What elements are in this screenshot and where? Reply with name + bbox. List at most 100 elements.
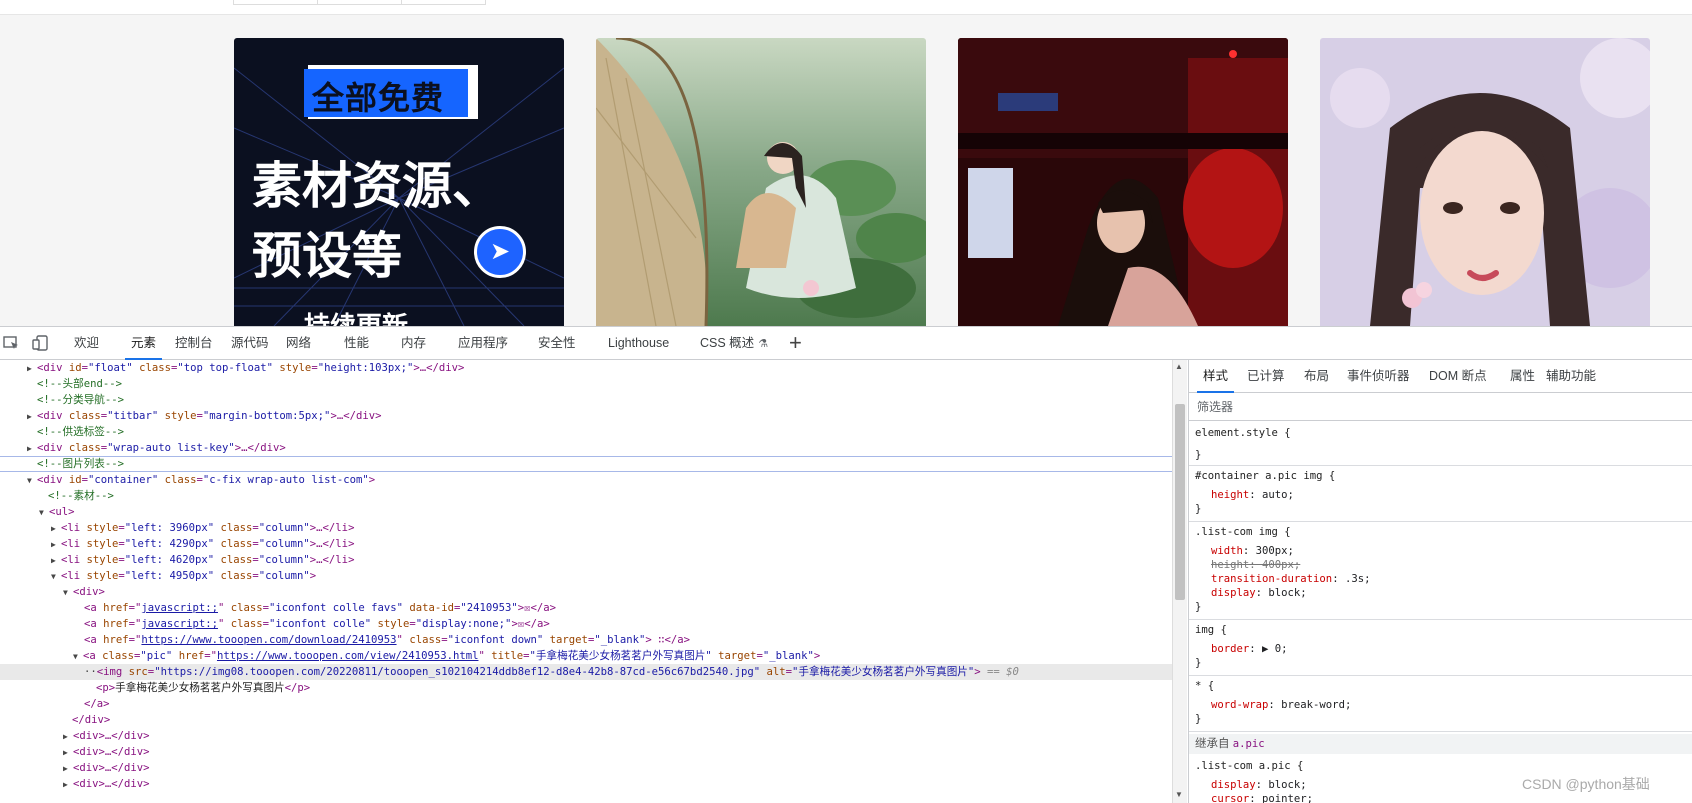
tab-welcome[interactable]: 欢迎 <box>74 327 99 359</box>
dom-comment[interactable]: <!--素材--> <box>0 488 1172 504</box>
scrollbar-thumb[interactable] <box>1175 404 1185 600</box>
dom-comment[interactable]: <!--供选标签--> <box>0 424 1172 440</box>
dom-node-a[interactable]: <a href="javascript:;" class="iconfont c… <box>0 600 1172 616</box>
tab-elements[interactable]: 元素 <box>124 327 163 360</box>
dom-node-a[interactable]: <a href="javascript:;" class="iconfont c… <box>0 616 1172 632</box>
dom-close-tag[interactable]: </a> <box>0 696 1172 712</box>
collapse-arrow-icon[interactable]: ▼ <box>51 569 61 585</box>
expand-arrow-icon[interactable]: ▶ <box>51 537 61 553</box>
attr-value: "手拿梅花美少女杨茗茗户外写真图片" <box>529 650 712 662</box>
tab-computed[interactable]: 已计算 <box>1247 360 1285 392</box>
nav-tab[interactable] <box>401 0 486 5</box>
device-toolbar-icon[interactable] <box>32 334 50 352</box>
css-rule[interactable]: .list-com img { width: 300px; height: 40… <box>1189 522 1692 620</box>
expand-arrow-icon[interactable]: ▶ <box>51 521 61 537</box>
dom-node-a[interactable]: <a href="https://www.tooopen.com/downloa… <box>0 632 1172 648</box>
nav-tab[interactable] <box>233 0 318 5</box>
tab-console[interactable]: 控制台 <box>175 327 213 359</box>
tab-event-listeners[interactable]: 事件侦听器 <box>1347 360 1410 392</box>
elements-scrollbar[interactable]: ▲ ▼ <box>1172 360 1187 803</box>
tab-memory[interactable]: 内存 <box>401 327 426 359</box>
dom-node-li[interactable]: ▶ <li style="left: 4290px" class="column"… <box>0 536 1172 552</box>
dom-comment-hovered[interactable]: <!--图片列表--> <box>0 456 1172 472</box>
attr-value: "left: 3960px" <box>124 522 215 534</box>
collapse-arrow-icon[interactable]: ▼ <box>73 649 83 665</box>
more-options-icon[interactable]: ·· <box>84 666 97 678</box>
expand-arrow-icon[interactable]: ▶ <box>27 409 37 425</box>
dom-node-li-expanded[interactable]: ▼ <li style="left: 4950px" class="column"… <box>0 568 1172 584</box>
collapse-arrow-icon[interactable]: ▼ <box>39 505 49 521</box>
tab-css-overview[interactable]: CSS 概述 ⚗ <box>700 327 768 359</box>
tab-accessibility[interactable]: 辅助功能 <box>1546 360 1596 392</box>
tab-application[interactable]: 应用程序 <box>458 327 508 359</box>
tab-security[interactable]: 安全性 <box>538 327 576 359</box>
expand-arrow-icon[interactable]: ▶ <box>63 761 73 777</box>
css-rule[interactable]: * { word-wrap: break-word; } <box>1189 676 1692 732</box>
nav-tab[interactable] <box>317 0 402 5</box>
attr-name: class <box>214 570 253 582</box>
tab-performance[interactable]: 性能 <box>344 327 369 359</box>
css-selector: img { <box>1195 624 1227 636</box>
css-rule[interactable]: #container a.pic img { height: auto; } <box>1189 466 1692 522</box>
scroll-up-icon[interactable]: ▲ <box>1175 362 1183 371</box>
css-declaration-overridden[interactable]: height: 400px; <box>1189 558 1692 572</box>
css-declaration[interactable]: display: block; <box>1189 586 1692 600</box>
dom-node-container[interactable]: ▼ <div id="container" class="c-fix wrap-a… <box>0 472 1172 488</box>
dom-node-img-selected[interactable]: ··<img src="https://img08.tooopen.com/20… <box>0 664 1172 680</box>
dom-node-div[interactable]: ▼ <div> <box>0 584 1172 600</box>
tab-lighthouse[interactable]: Lighthouse <box>608 327 669 359</box>
dom-node-div[interactable]: ▶ <div>…</div> <box>0 744 1172 760</box>
css-declaration[interactable]: word-wrap: break-word; <box>1189 698 1692 712</box>
add-tab-icon[interactable]: + <box>789 328 802 358</box>
css-declaration[interactable]: width: 300px; <box>1189 544 1692 558</box>
expand-arrow-icon[interactable]: ▶ <box>51 553 61 569</box>
expand-arrow-icon[interactable]: ▶ <box>63 729 73 745</box>
elements-dom-tree[interactable]: ▶ <div id="float" class="top top-float" s… <box>0 360 1172 803</box>
expand-arrow-icon[interactable]: ▶ <box>27 441 37 457</box>
dom-node-div[interactable]: ▶ <div>…</div> <box>0 728 1172 744</box>
image-card-lotus[interactable] <box>596 38 926 326</box>
dom-node-p[interactable]: <p>手拿梅花美少女杨茗茗户外写真图片</p> <box>0 680 1172 696</box>
dom-comment[interactable]: <!--分类导航--> <box>0 392 1172 408</box>
dom-node[interactable]: ▶ <div class="wrap-auto list-key">…</div> <box>0 440 1172 456</box>
attr-link[interactable]: javascript:; <box>141 618 218 630</box>
dom-node-li[interactable]: ▶ <li style="left: 3960px" class="column"… <box>0 520 1172 536</box>
image-card-night[interactable] <box>958 38 1288 326</box>
css-declaration[interactable]: height: auto; <box>1189 488 1692 502</box>
scroll-down-icon[interactable]: ▼ <box>1175 790 1183 799</box>
attr-value: "_blank" <box>762 650 814 662</box>
tab-properties[interactable]: 属性 <box>1510 360 1535 392</box>
dom-close-tag[interactable]: </div> <box>0 712 1172 728</box>
css-declaration[interactable]: transition-duration: .3s; <box>1189 572 1692 586</box>
dom-node[interactable]: ▶ <div class="titbar" style="margin-botto… <box>0 408 1172 424</box>
expand-arrow-icon[interactable]: ▶ <box>63 777 73 793</box>
collapse-arrow-icon[interactable]: ▼ <box>27 473 37 489</box>
css-rule[interactable]: img { border: ▶ 0; } <box>1189 620 1692 676</box>
tab-layout[interactable]: 布局 <box>1304 360 1329 392</box>
dom-node-li[interactable]: ▶ <li style="left: 4620px" class="column"… <box>0 552 1172 568</box>
inherited-target-link[interactable]: a.pic <box>1233 738 1265 750</box>
dom-node-ul[interactable]: ▼ <ul> <box>0 504 1172 520</box>
inspect-element-icon[interactable] <box>2 334 20 352</box>
tab-sources[interactable]: 源代码 <box>231 327 269 359</box>
attr-link[interactable]: https://www.tooopen.com/download/2410953 <box>141 634 396 646</box>
attr-link[interactable]: javascript:; <box>141 602 218 614</box>
dom-node[interactable]: ▶ <div id="float" class="top top-float" s… <box>0 360 1172 376</box>
collapse-arrow-icon[interactable]: ▼ <box>63 585 73 601</box>
expand-arrow-icon[interactable]: ▶ <box>63 745 73 761</box>
css-prop-value: : ▶ 0; <box>1249 643 1288 655</box>
dom-node-div[interactable]: ▶ <div>…</div> <box>0 760 1172 776</box>
expand-arrow-icon[interactable]: ▶ <box>27 361 37 377</box>
css-rule-element-style[interactable]: element.style { } <box>1189 426 1692 466</box>
tab-styles[interactable]: 样式 <box>1196 360 1235 393</box>
dom-node-a-pic[interactable]: ▼ <a class="pic" href="https://www.tooope… <box>0 648 1172 664</box>
dom-comment[interactable]: <!--头部end--> <box>0 376 1172 392</box>
css-declaration[interactable]: border: ▶ 0; <box>1189 642 1692 656</box>
tab-network[interactable]: 网络 <box>286 327 311 359</box>
tab-dom-breakpoints[interactable]: DOM 断点 <box>1429 360 1487 392</box>
image-card-portrait[interactable] <box>1320 38 1650 326</box>
image-card-promo[interactable]: 全部免费 素材资源、 预设等 ➤ 持续更新 <box>234 38 564 326</box>
dom-node-div[interactable]: ▶ <div>…</div> <box>0 776 1172 792</box>
styles-filter-input[interactable]: 筛选器 <box>1189 393 1692 421</box>
attr-link[interactable]: https://www.tooopen.com/view/2410953.htm… <box>217 650 479 662</box>
